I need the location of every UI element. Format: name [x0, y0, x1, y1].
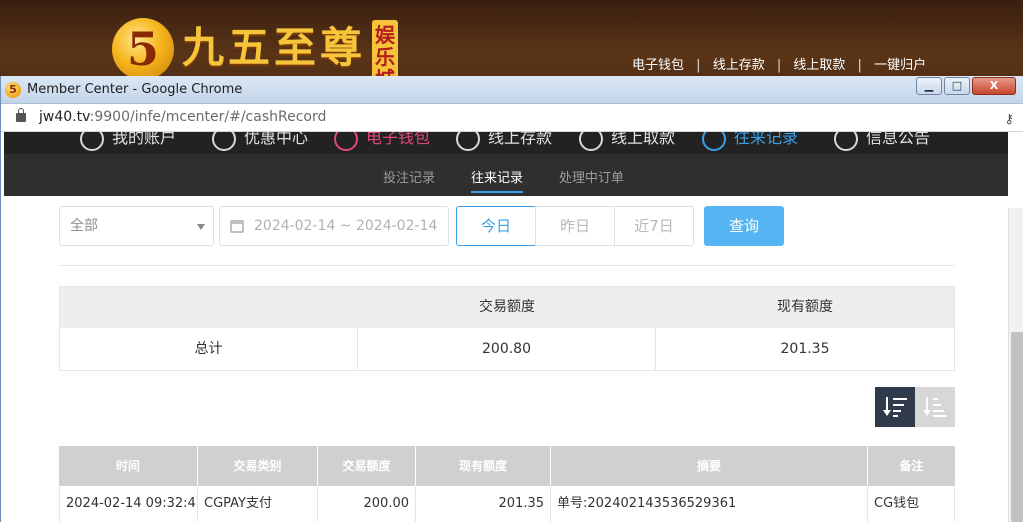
divider [59, 265, 955, 266]
sort-desc-button[interactable] [875, 387, 915, 427]
sort-asc-button[interactable] [915, 387, 955, 427]
col-time: 时间 [59, 446, 198, 486]
col-category: 交易类别 [198, 446, 318, 486]
cell-note: CG钱包 [868, 486, 955, 522]
nav-item-deposit[interactable]: 线上存款 [456, 132, 552, 154]
nav-item-withdraw[interactable]: 线上取款 [579, 132, 675, 154]
window-title: Member Center - Google Chrome [27, 82, 243, 97]
window-controls: ▁ □ X [914, 77, 1016, 97]
url-text[interactable]: jw40.tv:9900/infe/mcenter/#/cashRecord [39, 109, 326, 125]
top-link-consolidate[interactable]: 一键归户 [874, 54, 926, 73]
cell-balance: 201.35 [416, 486, 551, 522]
nav-label: 往来记录 [734, 132, 799, 147]
tab-pending-orders[interactable]: 处理中订单 [559, 167, 624, 186]
summary-header: 交易额度 现有额度 [60, 287, 954, 328]
chevron-down-icon [197, 224, 205, 230]
type-select-value: 全部 [70, 218, 98, 234]
cash-record-content: 全部 2024-02-14 ~ 2024-02-14 今日 昨日 近7日 查询 … [4, 196, 1008, 522]
records-icon [702, 132, 726, 151]
cell-time: 2024-02-14 09:32:47 [59, 486, 198, 522]
cell-category: CGPAY支付 [198, 486, 318, 522]
nav-icons-row: 我的账户 优惠中心 电子钱包 线上存款 线上取款 往来记录 信息公告 [4, 132, 1008, 154]
site-logo-tag: 娱乐城 [372, 20, 398, 84]
main-nav: 我的账户 优惠中心 电子钱包 线上存款 线上取款 往来记录 信息公告 投注记录 … [4, 132, 1008, 196]
type-select[interactable]: 全部 [59, 206, 214, 246]
nav-label: 线上存款 [488, 132, 553, 147]
top-link-separator: | [696, 58, 701, 73]
nav-label: 我的账户 [112, 132, 177, 147]
top-link-deposit[interactable]: 线上存款 [713, 54, 765, 73]
chrome-window: 5 Member Center - Google Chrome ▁ □ X jw… [0, 76, 1023, 522]
tab-cash-records[interactable]: 往来记录 [471, 167, 524, 193]
site-logo-text: 九五至尊 [182, 23, 367, 72]
col-amount: 交易额度 [318, 446, 416, 486]
user-icon [80, 132, 104, 151]
url-path: :9900/infe/mcenter/#/cashRecord [89, 109, 327, 125]
records-header: 时间 交易类别 交易额度 现有额度 摘要 备注 [59, 446, 955, 486]
nav-item-promotions[interactable]: 优惠中心 [212, 132, 308, 154]
top-link-separator: | [857, 58, 862, 73]
minimize-button[interactable]: ▁ [916, 77, 942, 95]
address-bar[interactable]: jw40.tv:9900/infe/mcenter/#/cashRecord ⚷ [1, 104, 1023, 132]
summary-row: 总计 200.80 201.35 [60, 328, 954, 370]
summary-table: 交易额度 现有额度 总计 200.80 201.35 [59, 286, 955, 371]
table-row: 2024-02-14 09:32:47 CGPAY支付 200.00 201.3… [59, 486, 955, 522]
scrollbar[interactable] [1008, 208, 1023, 522]
gift-icon [212, 132, 236, 151]
close-button[interactable]: X [972, 77, 1016, 95]
nav-item-announcements[interactable]: 信息公告 [834, 132, 930, 154]
nav-item-account[interactable]: 我的账户 [80, 132, 176, 154]
top-links: 电子钱包 | 线上存款 | 线上取款 | 一键归户 [632, 54, 926, 73]
top-link-withdraw[interactable]: 线上取款 [793, 54, 845, 73]
col-balance: 现有额度 [416, 446, 551, 486]
site-logo-icon: 5 [112, 18, 174, 80]
calendar-icon [230, 220, 244, 233]
top-link-separator: | [776, 58, 782, 73]
nav-label: 电子钱包 [366, 132, 431, 147]
app-icon: 5 [5, 82, 21, 98]
date-range-value: 2024-02-14 ~ 2024-02-14 [254, 218, 438, 234]
url-host: jw40.tv [39, 109, 90, 125]
summary-total-balance: 201.35 [780, 341, 830, 357]
quick-7days-button[interactable]: 近7日 [614, 206, 694, 246]
wallet-icon [334, 132, 358, 151]
tab-bet-records[interactable]: 投注记录 [383, 167, 435, 186]
nav-label: 线上取款 [611, 132, 676, 147]
sort-desc-icon [883, 396, 907, 418]
withdraw-icon [579, 132, 603, 151]
scrollbar-thumb[interactable] [1011, 332, 1023, 522]
summary-header-amount: 交易额度 [479, 299, 535, 315]
nav-label: 信息公告 [866, 132, 931, 147]
sort-asc-icon [923, 396, 947, 418]
sub-nav: 投注记录 往来记录 处理中订单 [4, 154, 1008, 196]
cell-amount: 200.00 [318, 486, 416, 522]
nav-item-wallet[interactable]: 电子钱包 [334, 132, 430, 154]
bell-icon [834, 132, 858, 151]
query-button[interactable]: 查询 [704, 206, 784, 246]
date-range-input[interactable]: 2024-02-14 ~ 2024-02-14 [219, 206, 449, 246]
quick-today-button[interactable]: 今日 [456, 206, 536, 246]
lock-icon [16, 108, 26, 122]
top-link-wallet[interactable]: 电子钱包 [632, 54, 684, 73]
summary-header-balance: 现有额度 [777, 299, 833, 315]
maximize-button[interactable]: □ [944, 77, 970, 95]
col-summary: 摘要 [551, 446, 868, 486]
quick-yesterday-button[interactable]: 昨日 [535, 206, 615, 246]
summary-total-amount: 200.80 [358, 328, 656, 370]
col-note: 备注 [899, 459, 924, 473]
deposit-icon [456, 132, 480, 151]
nav-item-records[interactable]: 往来记录 [702, 132, 798, 154]
window-titlebar[interactable]: 5 Member Center - Google Chrome ▁ □ X [1, 76, 1023, 104]
cell-summary: 单号:202402143536529361 [551, 486, 868, 522]
nav-label: 优惠中心 [244, 132, 309, 147]
key-icon[interactable]: ⚷ [1004, 112, 1014, 127]
summary-label: 总计 [60, 328, 358, 370]
